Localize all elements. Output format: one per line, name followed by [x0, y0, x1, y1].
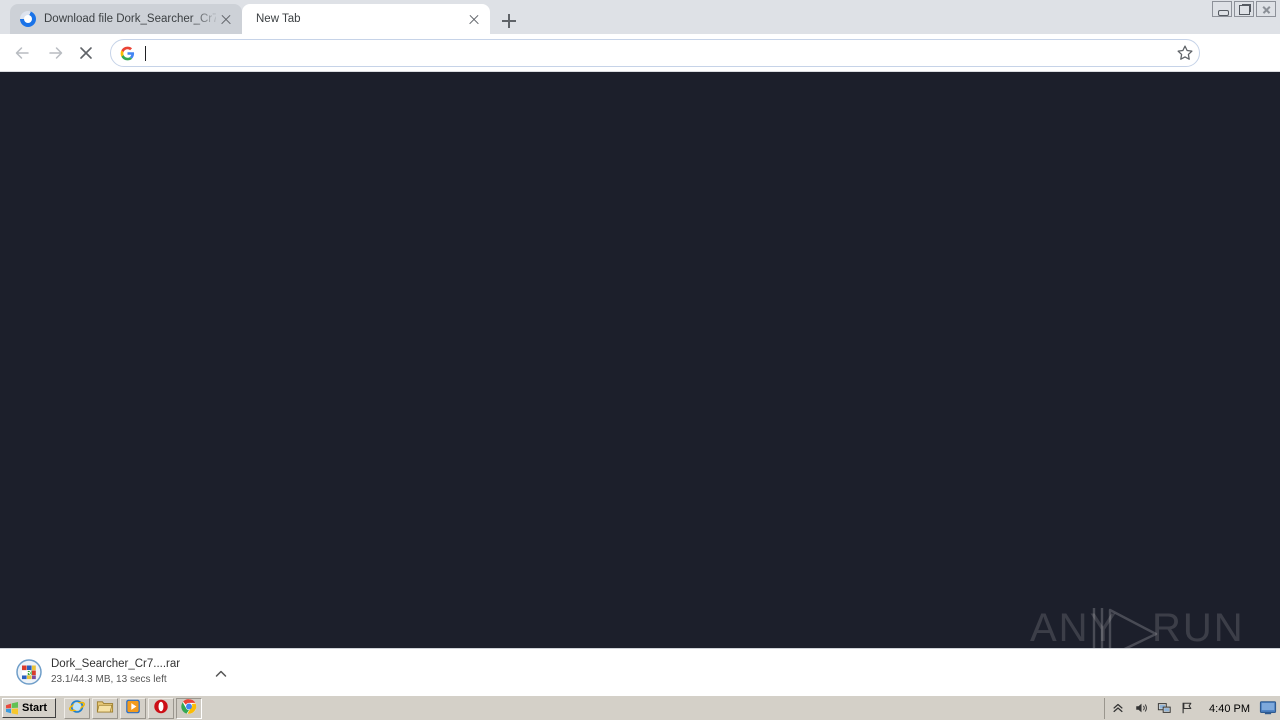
quick-launch-bar: [64, 698, 202, 719]
stop-x-icon[interactable]: [72, 39, 100, 67]
forward-arrow-icon[interactable]: [42, 39, 70, 67]
download-status: 23.1/44.3 MB, 13 secs left: [51, 674, 167, 685]
windows-taskbar: Start 4:40 PM: [0, 695, 1280, 720]
restore-icon[interactable]: [1234, 1, 1254, 17]
opera-browser-icon[interactable]: [148, 698, 174, 719]
windows-logo-icon: [5, 701, 19, 715]
chrome-browser-window: Download file Dork_Searcher_Cr7 Se New T…: [0, 0, 1280, 695]
download-filename: Dork_Searcher_Cr7....rar: [51, 658, 181, 670]
back-arrow-icon[interactable]: [8, 39, 36, 67]
address-input[interactable]: [146, 41, 1199, 65]
page-viewport: [0, 72, 1280, 648]
start-button[interactable]: Start: [2, 698, 56, 718]
system-tray: 4:40 PM: [1104, 698, 1254, 719]
screen: Download file Dork_Searcher_Cr7 Se New T…: [0, 0, 1280, 720]
tab-download-file[interactable]: Download file Dork_Searcher_Cr7 Se: [10, 4, 242, 34]
new-tab-icon[interactable]: [496, 8, 522, 34]
winrar-archive-icon: R: [16, 659, 42, 685]
minimize-icon[interactable]: [1212, 1, 1232, 17]
volume-icon[interactable]: [1134, 701, 1150, 717]
tab-close-icon[interactable]: [464, 9, 484, 29]
google-chrome-icon[interactable]: [176, 698, 202, 719]
file-explorer-icon[interactable]: [92, 698, 118, 719]
internet-explorer-icon[interactable]: [64, 698, 90, 719]
media-player-icon[interactable]: [120, 698, 146, 719]
download-shelf: R Dork_Searcher_Cr7....rar 23.1/44.3 MB,…: [0, 648, 1280, 695]
start-label: Start: [22, 702, 48, 714]
show-desktop-icon[interactable]: [1259, 700, 1277, 716]
download-texts: Dork_Searcher_Cr7....rar 23.1/44.3 MB, 1…: [51, 657, 238, 687]
tab-new-tab[interactable]: New Tab: [242, 4, 490, 34]
loading-spinner-icon: [20, 11, 36, 27]
window-controls: [1212, 1, 1276, 17]
address-bar[interactable]: [110, 39, 1200, 67]
browser-toolbar: [0, 34, 1280, 97]
tab-title: Download file Dork_Searcher_Cr7 Se: [44, 13, 216, 25]
download-item[interactable]: R Dork_Searcher_Cr7....rar 23.1/44.3 MB,…: [8, 653, 238, 691]
google-g-icon: [120, 46, 135, 61]
svg-text:R: R: [26, 670, 31, 677]
tab-close-icon[interactable]: [216, 9, 236, 29]
tab-title: New Tab: [256, 13, 301, 25]
tab-strip: Download file Dork_Searcher_Cr7 Se New T…: [0, 0, 1280, 34]
show-hidden-icons-icon[interactable]: [1111, 701, 1127, 717]
security-flag-icon[interactable]: [1180, 701, 1196, 717]
chevron-up-icon[interactable]: [213, 666, 229, 682]
close-icon[interactable]: [1256, 1, 1276, 17]
network-icon[interactable]: [1157, 701, 1173, 717]
star-icon[interactable]: [1174, 42, 1196, 64]
taskbar-clock[interactable]: 4:40 PM: [1209, 703, 1250, 715]
